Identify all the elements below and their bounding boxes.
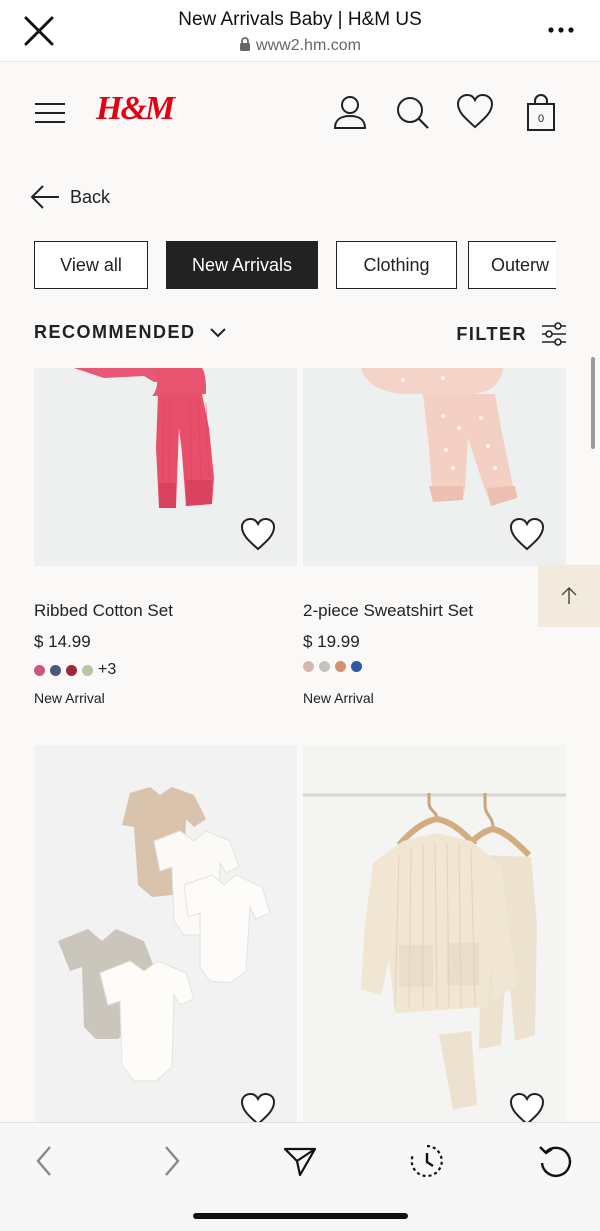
product-price: $ 14.99: [34, 632, 91, 651]
reload-icon[interactable]: [537, 1143, 573, 1179]
logo[interactable]: H&M: [96, 90, 175, 128]
chip-new-arrivals[interactable]: New Arrivals: [166, 241, 318, 289]
sliders-icon: [542, 322, 566, 346]
filter-button[interactable]: FILTER: [456, 322, 567, 346]
hamburger-icon[interactable]: [35, 102, 65, 124]
scroll-to-top-button[interactable]: [538, 565, 600, 627]
chip-clothing[interactable]: Clothing: [336, 241, 457, 289]
browser-top-bar: New Arrivals Baby | H&M US www2.hm.com: [0, 0, 600, 62]
sort-dropdown[interactable]: RECOMMENDED: [34, 322, 226, 343]
product-price: $ 19.99: [303, 632, 360, 651]
bag-count: 0: [538, 113, 544, 125]
chevron-right-icon[interactable]: [154, 1143, 190, 1179]
chevron-down-icon: [209, 327, 226, 337]
chip-view-all[interactable]: View all: [34, 241, 148, 289]
scrollbar[interactable]: [591, 357, 595, 449]
sort-label: RECOMMENDED: [34, 322, 196, 342]
color-swatch[interactable]: [335, 661, 346, 672]
arrow-up-icon: [561, 587, 577, 604]
color-swatches: [303, 661, 362, 672]
category-chips: View all New Arrivals Clothing Outerw: [34, 241, 556, 289]
color-swatch[interactable]: [82, 664, 93, 676]
favorite-button[interactable]: [508, 516, 546, 552]
color-swatch[interactable]: [351, 661, 362, 672]
shopping-bag-icon[interactable]: 0: [521, 92, 561, 132]
color-swatch[interactable]: [34, 664, 45, 676]
more-icon[interactable]: [548, 20, 574, 40]
lock-icon: [239, 37, 251, 56]
send-icon[interactable]: [282, 1143, 318, 1179]
product-image[interactable]: [303, 745, 566, 1123]
color-swatch[interactable]: [303, 661, 314, 672]
product-badge: New Arrival: [34, 690, 105, 706]
page-title: New Arrivals Baby | H&M US: [178, 9, 422, 30]
history-icon[interactable]: [409, 1143, 445, 1179]
color-swatch[interactable]: [66, 664, 77, 676]
heart-icon: [240, 517, 276, 551]
product-name[interactable]: 2-piece Sweatshirt Set: [303, 601, 473, 621]
heart-icon[interactable]: [455, 92, 495, 132]
product-name[interactable]: Ribbed Cotton Set: [34, 601, 173, 621]
heart-icon: [509, 517, 545, 551]
site-header: H&M 0: [0, 62, 600, 162]
color-swatches: +3: [34, 661, 116, 679]
home-indicator: [193, 1213, 408, 1219]
back-label: Back: [70, 186, 111, 207]
more-colors-count: +3: [98, 661, 117, 678]
product-badge: New Arrival: [303, 690, 374, 706]
product-image[interactable]: [34, 745, 297, 1123]
color-swatch[interactable]: [319, 661, 330, 672]
favorite-button[interactable]: [239, 516, 277, 552]
chip-outerwear[interactable]: Outerw: [468, 241, 556, 289]
url-text: www2.hm.com: [256, 37, 361, 54]
search-icon[interactable]: [393, 92, 433, 132]
url-display[interactable]: www2.hm.com: [0, 37, 600, 56]
chevron-left-icon[interactable]: [26, 1143, 62, 1179]
arrow-left-icon: [30, 185, 59, 209]
color-swatch[interactable]: [50, 664, 61, 676]
back-link[interactable]: Back: [30, 183, 110, 211]
account-icon[interactable]: [330, 92, 370, 132]
filter-label: FILTER: [456, 323, 527, 344]
